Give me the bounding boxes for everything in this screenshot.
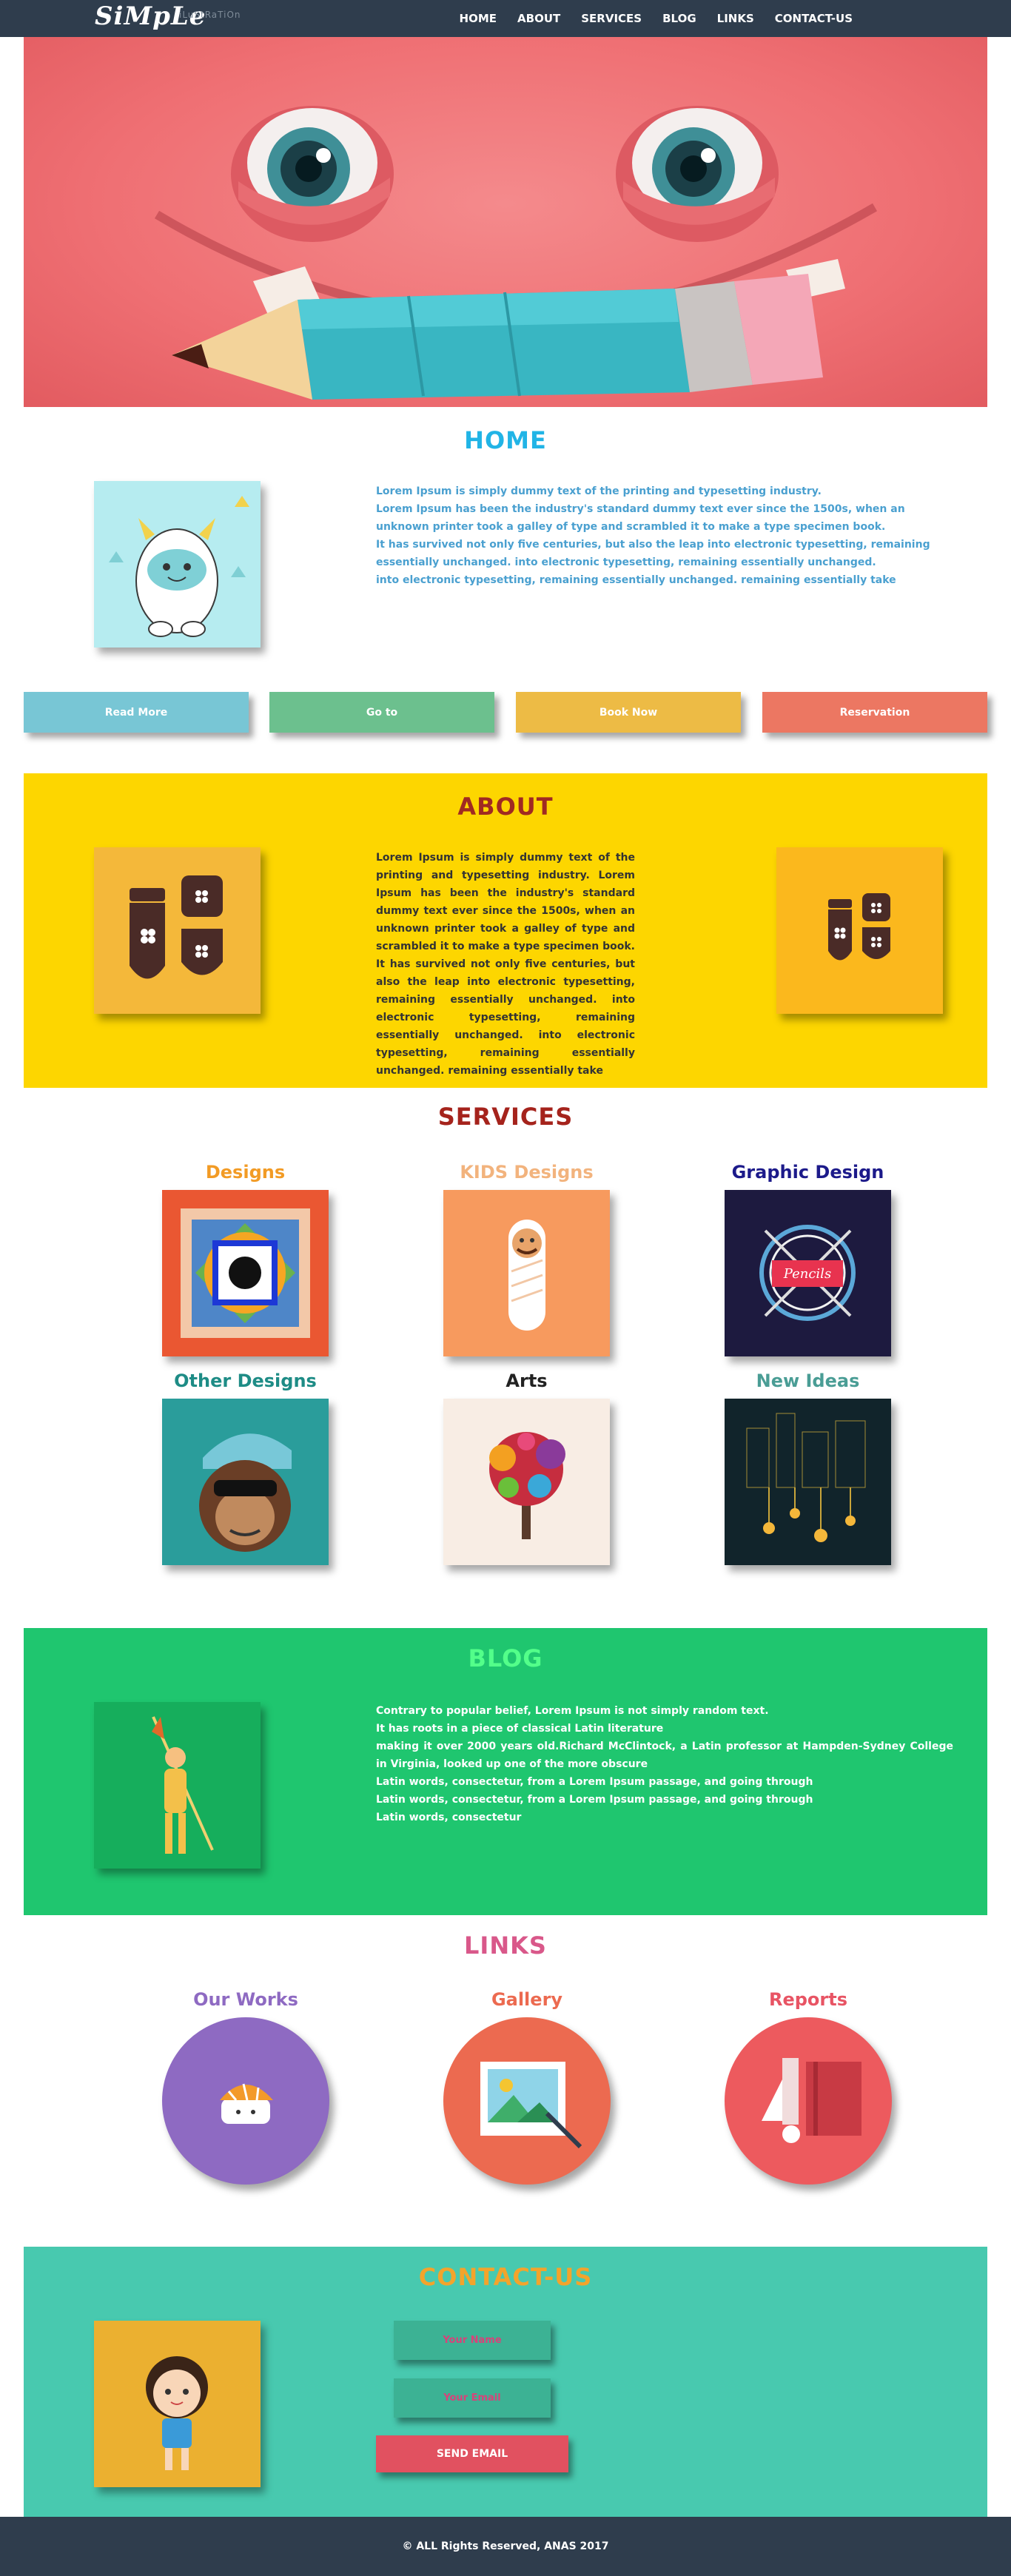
blog-paragraph: Latin words, consectetur xyxy=(376,1812,522,1823)
graphic-design-image: Pencils xyxy=(725,1190,891,1356)
kids-designs-image xyxy=(443,1190,610,1356)
home-paragraph: It has survived not only five centuries,… xyxy=(376,539,930,568)
nav-services[interactable]: SERVICES xyxy=(581,12,642,25)
bomb-illustration-small xyxy=(776,847,943,1014)
service-title: New Ideas xyxy=(756,1371,860,1391)
link-title: Gallery xyxy=(491,1989,563,2010)
links-title: LINKS xyxy=(464,1931,547,1960)
link-title: Reports xyxy=(768,1989,848,2010)
about-text: Lorem Ipsum is simply dummy text of the … xyxy=(376,852,635,1077)
home-paragraph: Lorem Ipsum is simply dummy text of the … xyxy=(376,485,822,497)
nav-contact-us[interactable]: CONTACT-US xyxy=(775,12,853,25)
home-title: HOME xyxy=(464,426,547,454)
name-input[interactable] xyxy=(394,2321,551,2360)
nav-home[interactable]: HOME xyxy=(460,12,497,25)
home-paragraph: into electronic typesetting, remaining e… xyxy=(376,574,896,586)
hero-banner xyxy=(24,37,987,407)
link-title: Our Works xyxy=(193,1989,298,2010)
blog-paragraph: It has roots in a piece of classical Lat… xyxy=(376,1723,664,1735)
nav-about[interactable]: ABOUT xyxy=(517,12,560,25)
navbar: SiMpLe iLuStRaTiOn HOME ABOUT SERVICES B… xyxy=(0,0,1011,37)
action-buttons: Read More Go to Book Now Reservation xyxy=(24,692,987,773)
yeti-illustration xyxy=(94,481,261,648)
bomb-illustration-large xyxy=(94,847,261,1014)
service-title: KIDS Designs xyxy=(460,1162,594,1183)
blog-section: BLOG Contrary to popular belief, Lorem I… xyxy=(24,1628,987,1915)
service-title: Designs xyxy=(205,1162,286,1183)
svg-text:Pencils: Pencils xyxy=(783,1266,831,1282)
new-ideas-image xyxy=(725,1399,891,1565)
blog-paragraph: Contrary to popular belief, Lorem Ipsum … xyxy=(376,1705,769,1717)
home-section: HOME Lorem Ipsum is simply dummy text of… xyxy=(24,407,987,692)
other-designs-image xyxy=(162,1399,329,1565)
copyright-text: © ALL Rights Reserved, ANAS 2017 xyxy=(402,2540,609,2552)
girl-illustration xyxy=(94,2321,261,2487)
nav-blog[interactable]: BLOG xyxy=(662,12,696,25)
contact-section: CONTACT-US SEND EMAIL xyxy=(24,2247,987,2517)
nav-links[interactable]: LINKS xyxy=(717,12,754,25)
send-email-button[interactable]: SEND EMAIL xyxy=(376,2435,568,2472)
warrior-illustration xyxy=(94,1702,261,1869)
monster-pencil-illustration xyxy=(154,106,878,400)
go-to-button[interactable]: Go to xyxy=(269,692,494,733)
blog-paragraph: making it over 2000 years old.Richard Mc… xyxy=(376,1741,953,1770)
reservation-button[interactable]: Reservation xyxy=(762,692,987,733)
about-section: ABOUT Lorem Ipsum is simply dummy text o… xyxy=(24,773,987,1088)
main-nav: HOME ABOUT SERVICES BLOG LINKS CONTACT-U… xyxy=(460,0,853,37)
email-input[interactable] xyxy=(394,2378,551,2418)
service-title: Arts xyxy=(506,1371,548,1391)
site-logo-subtitle: iLuStRaTiOn xyxy=(179,10,241,20)
book-now-button[interactable]: Book Now xyxy=(516,692,741,733)
blog-paragraph: Latin words, consectetur, from a Lorem I… xyxy=(376,1794,813,1806)
links-section: LINKS Our Works Gallery Reports xyxy=(24,1915,987,2247)
sushi-icon xyxy=(162,2017,329,2185)
blog-title: BLOG xyxy=(468,1644,543,1672)
home-paragraph: Lorem Ipsum has been the industry's stan… xyxy=(376,503,905,533)
gallery-icon xyxy=(443,2017,611,2185)
designs-image xyxy=(162,1190,329,1356)
about-title: ABOUT xyxy=(457,793,554,821)
service-title: Graphic Design xyxy=(731,1162,884,1183)
services-section: SERVICES Designs KIDS Designs Graphic De… xyxy=(24,1088,987,1628)
home-text: Lorem Ipsum is simply dummy text of the … xyxy=(376,482,952,589)
blog-paragraph: Latin words, consectetur, from a Lorem I… xyxy=(376,1776,813,1788)
reports-icon xyxy=(725,2017,892,2185)
footer: © ALL Rights Reserved, ANAS 2017 xyxy=(0,2517,1011,2576)
service-title: Other Designs xyxy=(174,1371,317,1391)
contact-title: CONTACT-US xyxy=(418,2263,593,2291)
read-more-button[interactable]: Read More xyxy=(24,692,249,733)
blog-text: Contrary to popular belief, Lorem Ipsum … xyxy=(376,1702,953,1826)
services-title: SERVICES xyxy=(437,1103,574,1131)
arts-image xyxy=(443,1399,610,1565)
